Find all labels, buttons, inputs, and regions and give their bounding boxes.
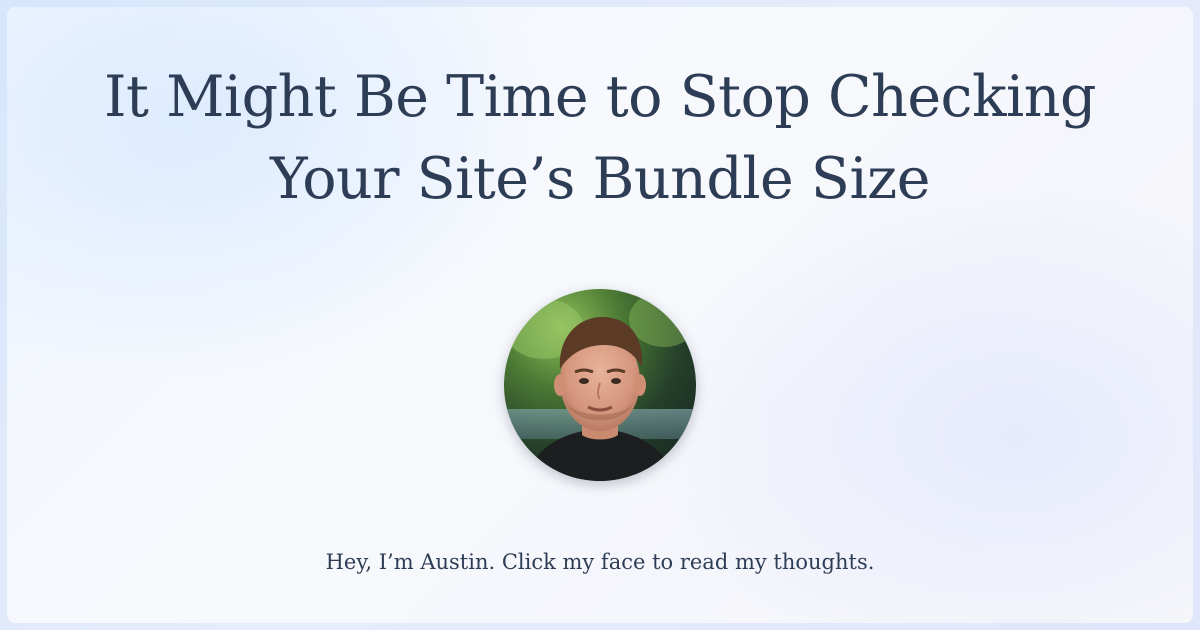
post-title: It Might Be Time to Stop Checking Your S…	[0, 56, 1200, 220]
author-tagline: Hey, I’m Austin. Click my face to read m…	[325, 550, 875, 574]
author-avatar[interactable]	[504, 289, 696, 481]
author-photo-icon	[504, 289, 696, 481]
post-title-line-1: It Might Be Time to Stop Checking	[104, 64, 1096, 130]
post-title-line-2: Your Site’s Bundle Size	[270, 146, 930, 212]
